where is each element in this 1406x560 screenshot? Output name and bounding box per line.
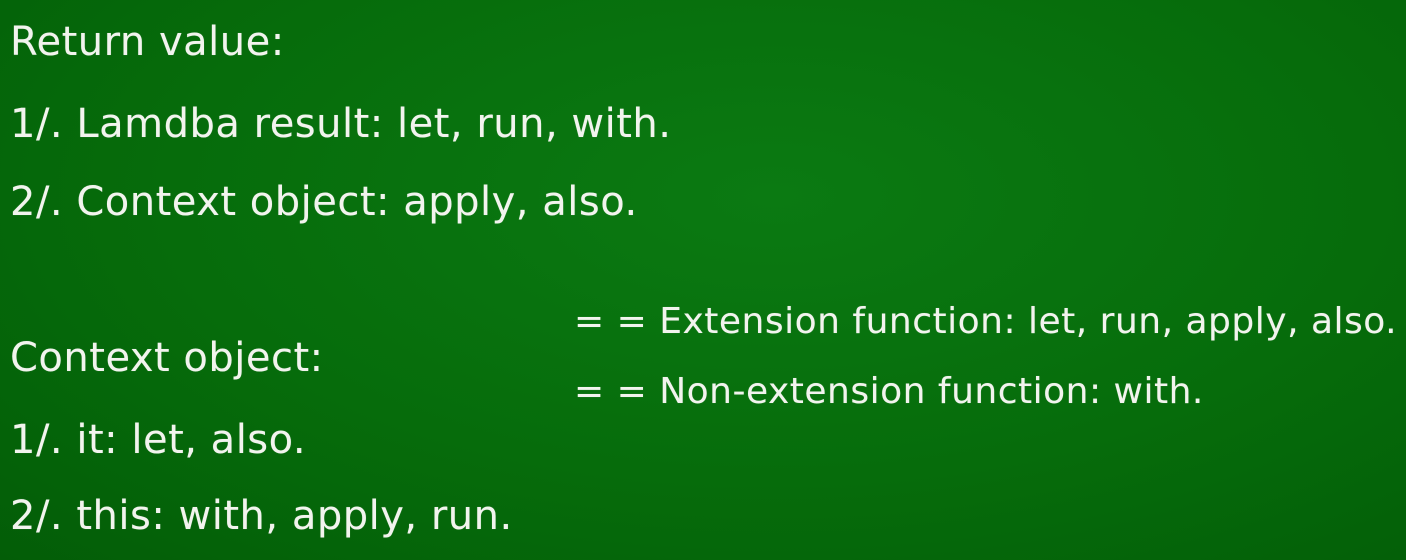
return-value-heading: Return value: — [10, 19, 285, 65]
return-value-item-1: 1/. Lamdba result: let, run, with. — [10, 101, 672, 147]
context-object-item-2: 2/. this: with, apply, run. — [10, 493, 513, 539]
chalkboard-slide: Return value: 1/. Lamdba result: let, ru… — [0, 0, 1406, 560]
return-value-item-2: 2/. Context object: apply, also. — [10, 179, 638, 225]
extension-function-note: = = Extension function: let, run, apply,… — [574, 301, 1398, 342]
context-object-item-1: 1/. it: let, also. — [10, 417, 307, 463]
non-extension-function-note: = = Non-extension function: with. — [574, 371, 1204, 412]
context-object-heading: Context object: — [10, 335, 324, 381]
